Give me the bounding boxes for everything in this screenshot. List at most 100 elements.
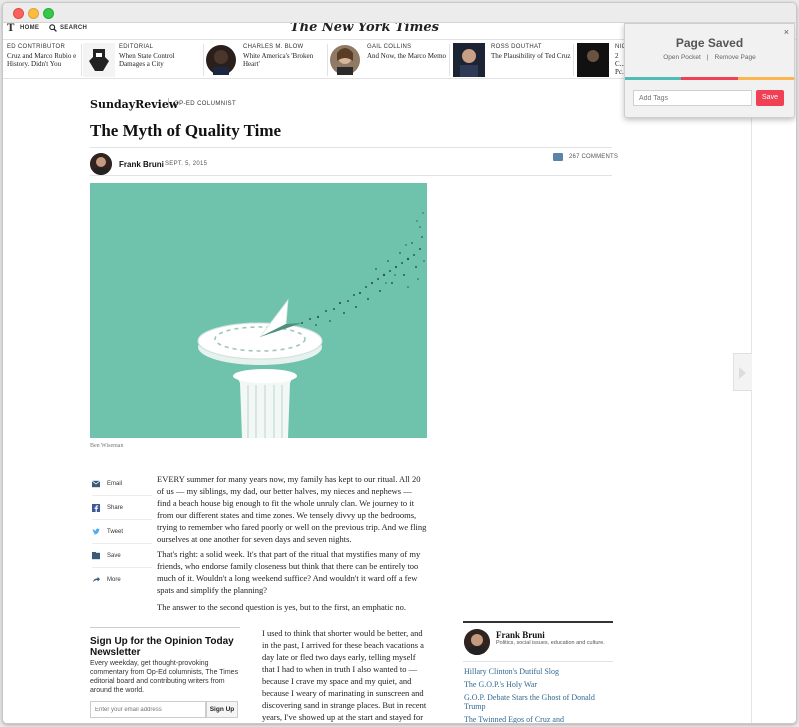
comments-count[interactable]: 267 COMMENTS <box>569 154 618 160</box>
share-divider <box>92 495 152 496</box>
close-window-button[interactable] <box>13 8 24 19</box>
ribbon-item[interactable]: EDITORIAL When State Control Damages a C… <box>83 43 201 77</box>
image-credit: Ben Wiseman <box>90 443 124 449</box>
ribbon-divider <box>327 44 328 76</box>
ribbon-item[interactable]: NIC 2 C... Pc... <box>577 43 627 77</box>
pocket-links: Open Pocket | Remove Page <box>625 54 794 61</box>
ribbon-thumbnail <box>330 45 360 75</box>
ribbon-thumbnail <box>206 45 236 75</box>
page-viewport: T HOME SEARCH The New York Times ED CONT… <box>3 23 796 723</box>
ribbon-item[interactable]: ED CONTRIBUTOR Cruz and Marco Rubio e Hi… <box>7 43 79 77</box>
ribbon-thumbnail <box>577 43 609 77</box>
pocket-color-stripe <box>625 77 794 80</box>
stripe-teal <box>625 77 682 80</box>
article-paragraph: EVERY summer for many years now, my fami… <box>157 474 427 544</box>
columnist-article-link[interactable]: Hillary Clinton's Dutiful Slog <box>464 667 614 676</box>
article-paragraph: The answer to the second question is yes… <box>157 602 407 612</box>
byline-divider-bottom <box>90 175 612 176</box>
zoom-window-button[interactable] <box>43 8 54 19</box>
arrow-share-icon <box>92 576 100 583</box>
ribbon-headline: Cruz and Marco Rubio e History. Didn't Y… <box>7 52 77 68</box>
facebook-icon <box>92 504 100 512</box>
nyt-logo-icon[interactable]: T <box>7 23 14 34</box>
section-divider <box>168 98 169 108</box>
columnist-article-link[interactable]: G.O.P. Debate Stars the Ghost of Donald … <box>464 693 614 711</box>
open-pocket-link[interactable]: Open Pocket <box>663 54 701 61</box>
share-divider <box>92 543 152 544</box>
newsletter-email-input[interactable] <box>90 701 206 718</box>
nyt-masthead[interactable]: The New York Times <box>290 23 439 35</box>
stripe-orange <box>737 77 794 80</box>
pocket-saved-popup: × Page Saved Open Pocket|Remove Page Sav… <box>624 23 795 118</box>
minimize-window-button[interactable] <box>28 8 39 19</box>
article-headline: The Myth of Quality Time <box>90 121 282 140</box>
ribbon-headline: White America's 'Broken Heart' <box>243 52 314 68</box>
bookmark-icon <box>92 552 100 560</box>
columnist-name[interactable]: Frank Bruni <box>496 630 545 640</box>
pocket-title: Page Saved <box>675 36 744 50</box>
columnist-article-link[interactable]: The G.O.P.'s Holy War <box>464 680 614 689</box>
share-more-button[interactable]: More <box>92 574 152 588</box>
pocket-tags-input[interactable] <box>633 90 752 106</box>
share-label: More <box>107 577 121 583</box>
browser-window: T HOME SEARCH The New York Times ED CONT… <box>2 2 797 724</box>
share-divider <box>92 567 152 568</box>
nav-home-link[interactable]: HOME <box>20 25 39 31</box>
newsletter-signup-button[interactable]: Sign Up <box>206 701 238 718</box>
ribbon-headline: The Plausibility of Ted Cruz <box>491 52 571 60</box>
share-email-button[interactable]: Email <box>92 478 152 492</box>
columnist-description: Politics, social issues, education and c… <box>496 640 605 646</box>
columnist-avatar[interactable] <box>464 629 490 655</box>
columnist-divider <box>463 621 613 623</box>
nav-search-link[interactable]: SEARCH <box>60 25 87 31</box>
ribbon-item[interactable]: ROSS DOUTHAT The Plausibility of Ted Cru… <box>453 43 573 77</box>
comment-icon[interactable] <box>553 153 563 161</box>
newsletter-description: Every weekday, get thought-provoking com… <box>90 660 239 694</box>
remove-page-link[interactable]: Remove Page <box>715 54 756 61</box>
ribbon-divider <box>449 44 450 76</box>
ribbon-kicker: CHARLES M. BLOW <box>243 44 304 50</box>
article-paragraph: I used to think that shorter would be be… <box>262 628 427 722</box>
ribbon-item[interactable]: CHARLES M. BLOW White America's 'Broken … <box>205 43 325 77</box>
byline-divider <box>90 147 612 148</box>
author-avatar[interactable] <box>90 153 112 175</box>
share-save-button[interactable]: Save <box>92 550 152 564</box>
section-name[interactable]: SundayReview <box>90 98 178 111</box>
twitter-icon <box>92 528 100 535</box>
ribbon-kicker: GAIL COLLINS <box>367 44 412 50</box>
ribbon-kicker: ED CONTRIBUTOR <box>7 44 66 50</box>
envelope-icon <box>92 480 100 488</box>
share-label: Save <box>107 553 121 559</box>
title-bar <box>3 3 796 23</box>
newsletter-divider <box>90 627 240 628</box>
ribbon-thumbnail <box>453 43 485 77</box>
share-facebook-button[interactable]: Share <box>92 502 152 516</box>
columnist-article-link[interactable]: The Twinned Egos of Cruz and <box>464 715 614 723</box>
ribbon-divider <box>573 44 574 76</box>
ribbon-divider <box>81 44 82 76</box>
section-subtitle[interactable]: OP-ED COLUMNIST <box>174 101 236 107</box>
share-label: Email <box>107 481 123 487</box>
article-paragraph: That's right: a solid week. It's that pa… <box>157 549 421 595</box>
ribbon-headline: And Now, the Marco Memo <box>367 52 447 60</box>
newsletter-title: Sign Up for the Opinion Today Newsletter <box>90 636 234 658</box>
share-label: Tweet <box>107 529 124 535</box>
share-divider <box>92 519 152 520</box>
share-twitter-button[interactable]: Tweet <box>92 526 152 540</box>
columnist-divider-bottom <box>463 661 613 662</box>
ribbon-divider <box>203 44 204 76</box>
pocket-save-button[interactable]: Save <box>756 90 784 106</box>
stripe-red <box>681 77 738 80</box>
ribbon-headline: When State Control Damages a City <box>119 52 175 68</box>
ribbon-kicker: ROSS DOUTHAT <box>491 44 542 50</box>
ribbon-thumbnail <box>83 43 115 77</box>
author-name[interactable]: Frank Bruni <box>119 160 164 169</box>
next-article-tab[interactable] <box>733 353 752 391</box>
share-label: Share <box>107 505 124 511</box>
search-icon[interactable] <box>49 24 57 32</box>
ribbon-kicker: EDITORIAL <box>119 44 154 50</box>
ribbon-item[interactable]: GAIL COLLINS And Now, the Marco Memo <box>329 43 449 77</box>
sundial-illustration <box>90 183 427 438</box>
link-separator: | <box>706 54 709 61</box>
chevron-right-icon <box>739 367 746 379</box>
